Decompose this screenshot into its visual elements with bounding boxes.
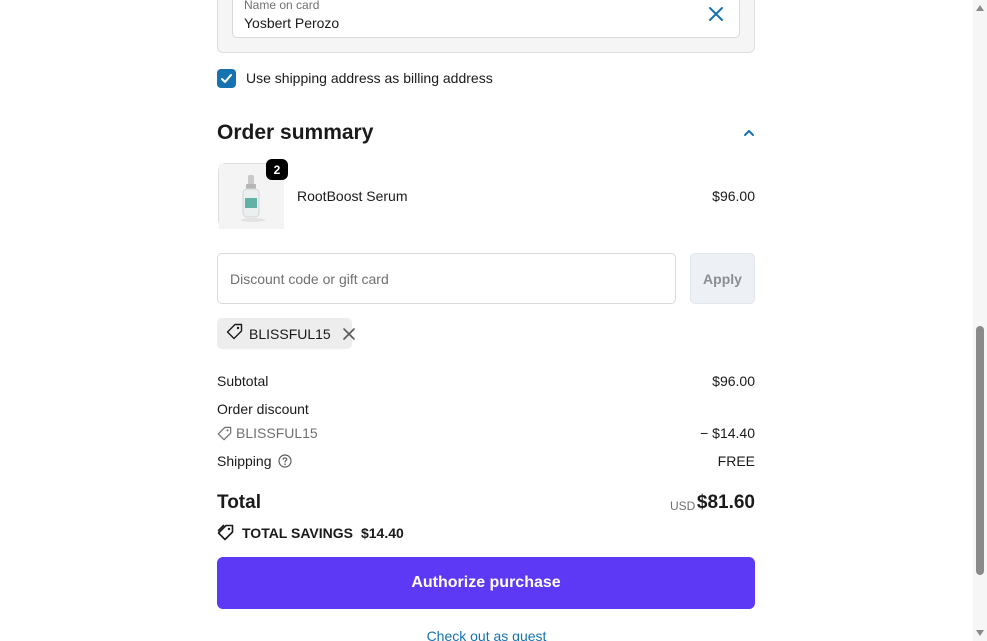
- chevron-up-icon[interactable]: [742, 126, 756, 140]
- discount-code-input[interactable]: [217, 253, 676, 304]
- authorize-purchase-button[interactable]: Authorize purchase: [217, 557, 755, 609]
- scrollbar-thumb[interactable]: [976, 326, 984, 575]
- billing-address-checkbox-label[interactable]: Use shipping address as billing address: [246, 70, 493, 86]
- shipping-label: Shipping: [217, 453, 272, 469]
- total-amount: $81.60: [696, 492, 755, 513]
- total-savings: TOTAL SAVINGS $14.40: [217, 524, 404, 541]
- total-label: Total: [217, 492, 261, 513]
- order-discount-row: Order discount: [217, 401, 755, 417]
- discount-amount: − $14.40: [700, 425, 755, 441]
- product-price: $96.00: [712, 188, 755, 204]
- applied-discount-code: BLISSFUL15: [249, 325, 331, 342]
- order-discount-label: Order discount: [217, 401, 309, 417]
- tag-icon: [217, 426, 232, 441]
- billing-address-checkbox-row[interactable]: Use shipping address as billing address: [217, 67, 493, 89]
- total-savings-label: TOTAL SAVINGS: [242, 524, 353, 541]
- subtotal-row: Subtotal $96.00: [217, 373, 755, 389]
- discount-code-name: BLISSFUL15: [236, 425, 318, 441]
- shipping-value: FREE: [717, 453, 755, 469]
- total-savings-amount: $14.40: [360, 524, 404, 541]
- remove-discount-icon[interactable]: [342, 327, 356, 341]
- scroll-down-arrow-icon[interactable]: [976, 630, 984, 636]
- help-icon[interactable]: [277, 454, 292, 468]
- order-summary-title: Order summary: [217, 121, 374, 144]
- name-on-card-label: Name on card: [244, 0, 320, 12]
- savings-tag-icon: [217, 524, 234, 541]
- billing-address-checkbox[interactable]: [217, 68, 236, 88]
- scroll-up-arrow-icon[interactable]: [976, 5, 984, 11]
- product-name: RootBoost Serum: [297, 188, 408, 204]
- apply-discount-button[interactable]: Apply: [690, 253, 755, 304]
- shipping-row: Shipping FREE: [217, 453, 755, 469]
- applied-discount-chip: BLISSFUL15: [217, 318, 355, 349]
- name-on-card-value[interactable]: Yosbert Perozo: [244, 15, 339, 31]
- checkout-as-guest-link[interactable]: Check out as guest: [0, 628, 973, 641]
- tag-icon: [226, 323, 243, 345]
- name-on-card-field[interactable]: Name on card Yosbert Perozo: [232, 0, 740, 38]
- check-icon: [221, 73, 232, 83]
- clear-icon[interactable]: [707, 5, 725, 23]
- total-currency: USD: [670, 499, 696, 513]
- discount-code-row: BLISSFUL15 − $14.40: [217, 425, 755, 441]
- subtotal-label: Subtotal: [217, 373, 269, 389]
- subtotal-value: $96.00: [712, 373, 755, 389]
- scrollbar-track[interactable]: [973, 0, 987, 641]
- quantity-badge: 2: [266, 159, 288, 180]
